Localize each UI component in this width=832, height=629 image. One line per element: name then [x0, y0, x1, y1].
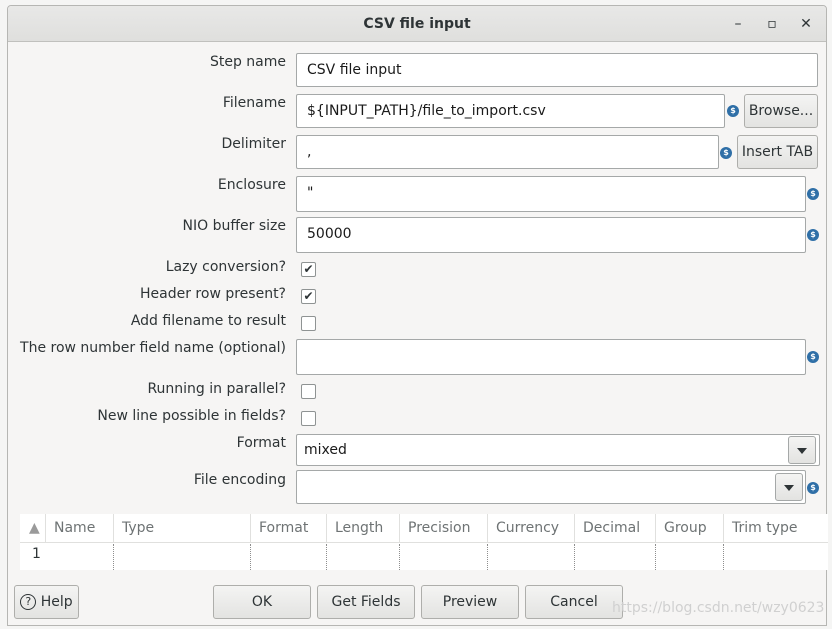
format-select[interactable]: mixed — [296, 434, 820, 466]
cell-divider — [399, 544, 400, 570]
column-header-length[interactable]: Length — [327, 514, 400, 542]
file-encoding-dropdown-button[interactable] — [775, 473, 803, 501]
row-number-label: The row number field name (optional) — [20, 340, 286, 356]
column-header-format[interactable]: Format — [251, 514, 327, 542]
column-header-group[interactable]: Group — [656, 514, 724, 542]
running-parallel-label: Running in parallel? — [147, 381, 286, 397]
variable-icon: $ — [807, 482, 819, 494]
variable-icon: $ — [807, 229, 819, 241]
format-label: Format — [236, 435, 286, 451]
cell-divider — [723, 544, 724, 570]
column-header-name[interactable]: Name — [46, 514, 114, 542]
preview-button[interactable]: Preview — [421, 585, 519, 619]
column-header-trim-type[interactable]: Trim type — [724, 514, 828, 542]
enclosure-input[interactable]: " — [296, 176, 806, 212]
lazy-conversion-label: Lazy conversion? — [165, 259, 286, 275]
cancel-button[interactable]: Cancel — [525, 585, 623, 619]
filename-input[interactable]: ${INPUT_PATH}/file_to_import.csv — [296, 94, 725, 128]
header-row-checkbox[interactable]: ✔ — [301, 289, 316, 304]
delimiter-input[interactable]: , — [296, 135, 719, 169]
add-filename-checkbox[interactable] — [301, 316, 316, 331]
header-row-label: Header row present? — [140, 286, 286, 302]
watermark: https://blog.csdn.net/wzy0623 — [612, 600, 825, 616]
cell-divider — [250, 544, 251, 570]
row-number-input[interactable] — [296, 339, 806, 375]
maximize-icon[interactable]: ▫ — [762, 14, 782, 34]
help-button-label: Help — [40, 594, 73, 610]
file-encoding-select[interactable] — [296, 470, 806, 504]
variable-icon: $ — [807, 351, 819, 363]
column-header-decimal[interactable]: Decimal — [575, 514, 656, 542]
delimiter-label: Delimiter — [221, 136, 286, 152]
ok-button[interactable]: OK — [213, 585, 311, 619]
cell-divider — [326, 544, 327, 570]
header-divider — [20, 542, 828, 543]
title-bar[interactable]: CSV file input – ▫ ✕ — [8, 6, 826, 42]
minimize-icon[interactable]: – — [728, 14, 748, 34]
browse-button[interactable]: Browse... — [744, 94, 818, 128]
close-icon[interactable]: ✕ — [796, 14, 816, 34]
chevron-down-icon — [784, 485, 794, 491]
variable-icon: $ — [727, 105, 739, 117]
variable-icon: $ — [807, 188, 819, 200]
cell-divider — [574, 544, 575, 570]
fields-table[interactable]: ▲ Name Type Format Length Precision Curr… — [20, 514, 828, 570]
variable-icon: $ — [720, 147, 732, 159]
new-line-checkbox[interactable] — [301, 411, 316, 426]
dialog-window: CSV file input – ▫ ✕ Step name CSV file … — [7, 5, 828, 626]
chevron-down-icon — [797, 448, 807, 454]
file-encoding-label: File encoding — [193, 472, 286, 488]
help-icon: ? — [20, 594, 37, 610]
cell-divider — [655, 544, 656, 570]
column-header-currency[interactable]: Currency — [488, 514, 575, 542]
lazy-conversion-checkbox[interactable]: ✔ — [301, 262, 316, 277]
sort-up-icon[interactable]: ▲ — [20, 514, 46, 542]
get-fields-button[interactable]: Get Fields — [317, 585, 415, 619]
nio-buffer-input[interactable]: 50000 — [296, 217, 806, 253]
add-filename-label: Add filename to result — [130, 313, 286, 329]
column-header-precision[interactable]: Precision — [400, 514, 488, 542]
format-dropdown-button[interactable] — [788, 436, 816, 464]
row-number: 1 — [32, 546, 41, 562]
step-name-input[interactable]: CSV file input — [296, 53, 818, 87]
step-name-label: Step name — [209, 54, 286, 70]
running-parallel-checkbox[interactable] — [301, 384, 316, 399]
column-header-type[interactable]: Type — [114, 514, 251, 542]
enclosure-label: Enclosure — [217, 177, 286, 193]
cell-divider — [487, 544, 488, 570]
new-line-label: New line possible in fields? — [97, 408, 286, 424]
insert-tab-button[interactable]: Insert TAB — [737, 135, 818, 169]
help-button[interactable]: ? Help — [14, 585, 79, 619]
nio-buffer-label: NIO buffer size — [182, 218, 286, 234]
cell-divider — [113, 544, 114, 570]
filename-label: Filename — [222, 95, 286, 111]
window-title: CSV file input — [363, 16, 471, 32]
